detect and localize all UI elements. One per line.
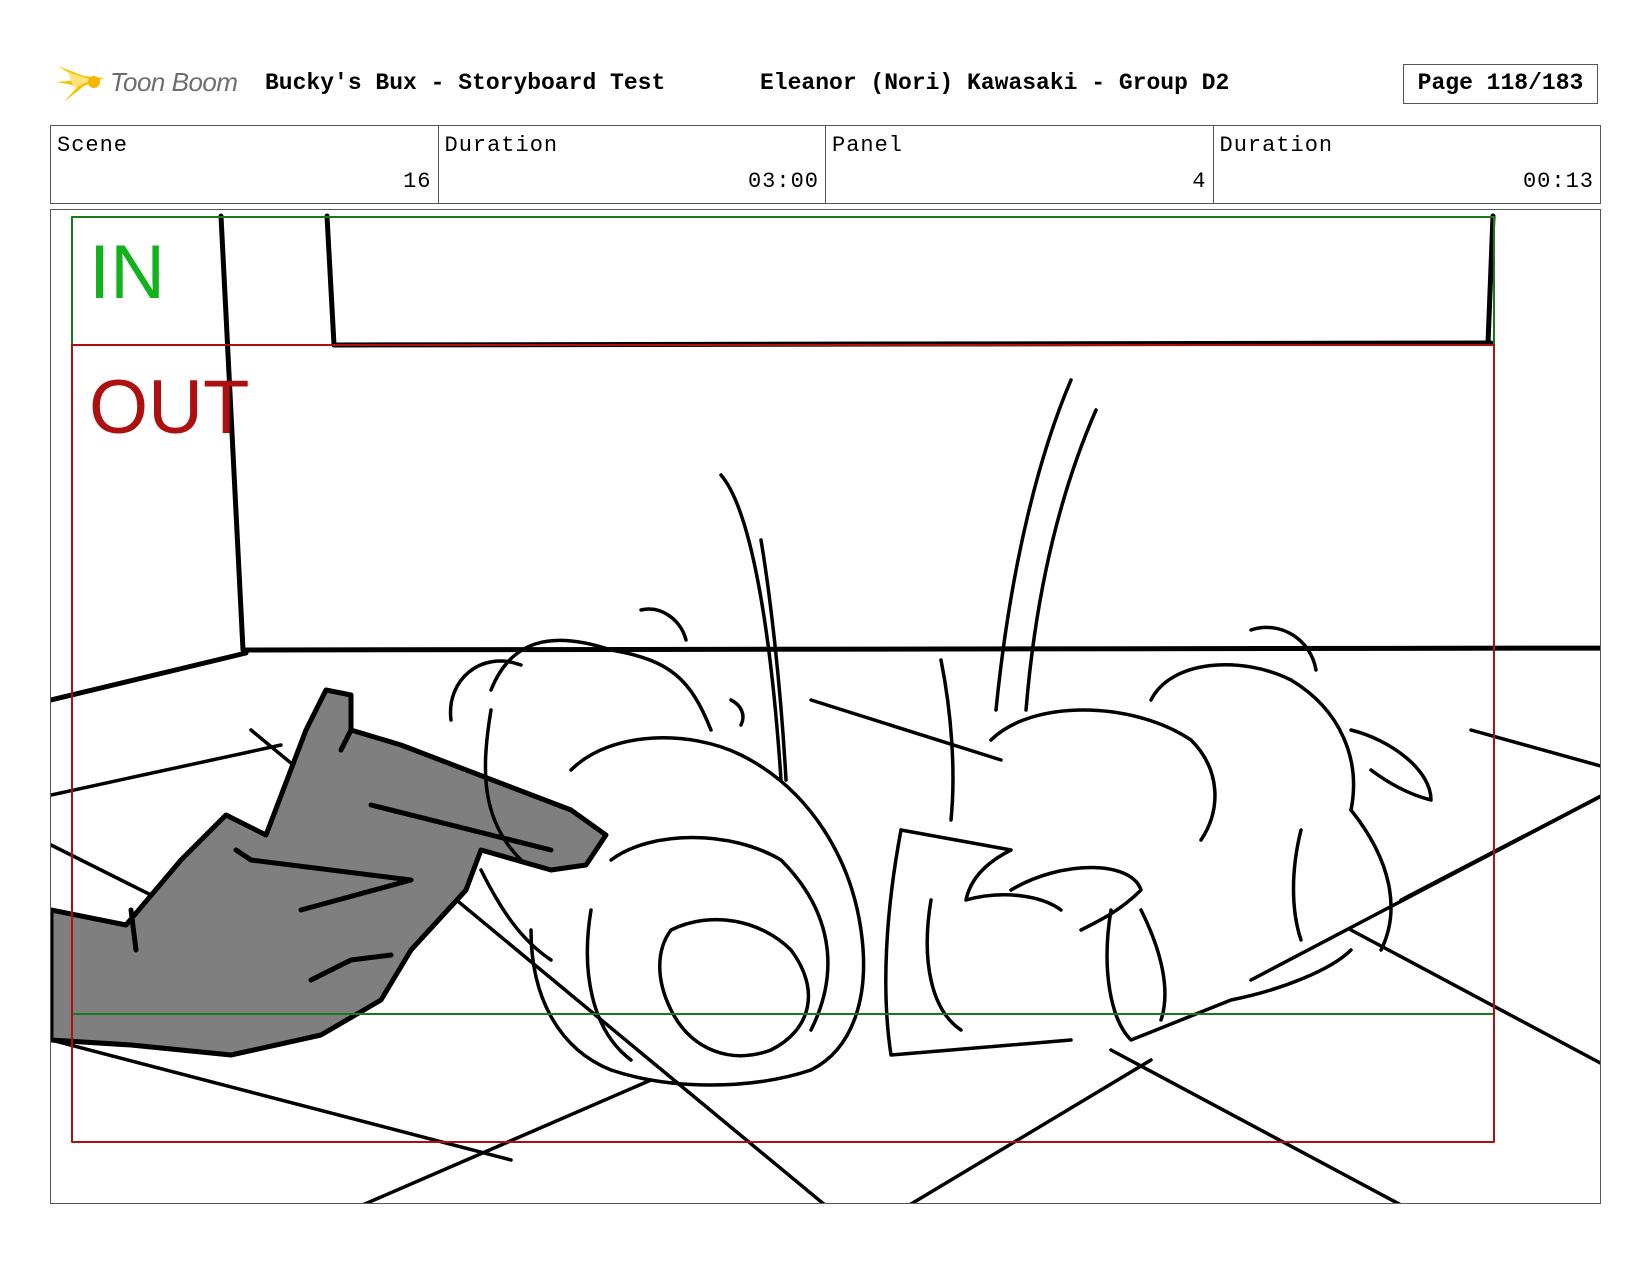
artist-name: Eleanor (Nori) Kawasaki - Group D2 (760, 70, 1230, 96)
page-header: Toon Boom Bucky's Bux - Storyboard Test … (50, 58, 1600, 108)
scene-duration-cell: Duration 03:00 (439, 126, 826, 203)
page-indicator: Page 118/183 (1403, 64, 1598, 104)
scene-duration-value: 03:00 (747, 169, 819, 194)
info-table: Scene 16 Duration 03:00 Panel 4 Duration… (50, 125, 1601, 204)
left-character (448, 473, 866, 1087)
toon-boom-logo: Toon Boom (54, 58, 249, 108)
panel-duration-cell: Duration 00:13 (1214, 126, 1601, 203)
scene-value: 16 (403, 169, 432, 194)
background-lines (51, 213, 1600, 703)
panel-duration-value: 00:13 (1522, 169, 1594, 194)
project-title: Bucky's Bux - Storyboard Test (265, 70, 666, 96)
panel-value: 4 (1192, 169, 1207, 194)
storyboard-panel: IN OUT (50, 209, 1601, 1204)
scene-label: Scene (57, 133, 129, 158)
out-frame-label: OUT (89, 365, 250, 450)
right-character (884, 378, 1433, 1057)
panel-cell: Panel 4 (826, 126, 1214, 203)
scene-duration-label: Duration (444, 133, 559, 158)
logo-text: Toon Boom (110, 67, 238, 97)
scene-cell: Scene 16 (51, 126, 439, 203)
logo-star-icon (56, 66, 104, 102)
panel-drawing (51, 213, 1600, 1203)
panel-label: Panel (832, 133, 904, 158)
pointing-hand (51, 687, 609, 1058)
panel-duration-label: Duration (1219, 133, 1334, 158)
in-frame-label: IN (89, 230, 165, 315)
